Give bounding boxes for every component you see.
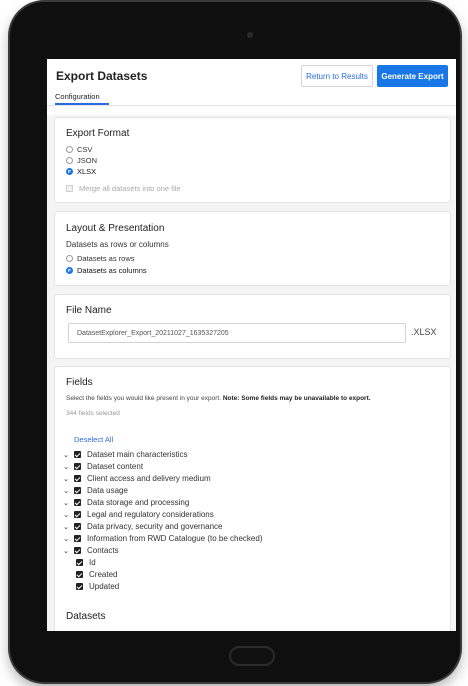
tree-item-label: Dataset main characteristics	[87, 450, 188, 459]
checkbox-checked[interactable]	[74, 451, 81, 458]
checkbox-checked[interactable]	[74, 499, 81, 506]
radio-row-json[interactable]: JSON	[66, 156, 97, 165]
radio-label-csv: CSV	[77, 145, 93, 154]
page-title: Export Datasets	[56, 69, 148, 83]
tree-item[interactable]: ⌄ Legal and regulatory considerations	[62, 509, 214, 520]
radio-row-columns[interactable]: Datasets as columns	[66, 266, 147, 275]
tree-item-contacts[interactable]: ⌄ Contacts	[62, 545, 119, 556]
radio-label-json: JSON	[77, 156, 98, 165]
checkbox-checked[interactable]	[74, 547, 81, 554]
chevron-down-icon[interactable]: ⌄	[62, 463, 70, 471]
file-extension: .XLSX	[411, 327, 437, 337]
tree-item-label: Information from RWD Catalogue (to be ch…	[87, 534, 263, 543]
return-to-results-button[interactable]: Return to Results	[301, 65, 373, 87]
tree-child-label: Id	[89, 558, 96, 567]
tree-child-item[interactable]: Id	[76, 557, 96, 568]
checkbox-checked[interactable]	[76, 559, 83, 566]
checkbox-checked[interactable]	[74, 511, 81, 518]
merge-label: Merge all datasets into one file	[79, 184, 181, 193]
camera-dot	[247, 32, 253, 38]
checkbox-checked[interactable]	[76, 583, 83, 590]
tablet-frame: Export Datasets Return to Results Genera…	[10, 2, 460, 682]
tree-item[interactable]: ⌄ Data usage	[62, 485, 128, 496]
radio-row-csv[interactable]: CSV	[66, 145, 92, 154]
radio-rows[interactable]	[66, 255, 73, 262]
tree-item[interactable]: ⌄ Information from RWD Catalogue (to be c…	[62, 533, 262, 544]
radio-xlsx[interactable]	[66, 168, 73, 175]
tree-child-item[interactable]: Updated	[76, 581, 119, 592]
tree-item[interactable]: ⌄ Data privacy, security and governance	[62, 521, 222, 532]
screen: Export Datasets Return to Results Genera…	[47, 59, 456, 631]
layout-subtitle: Datasets as rows or columns	[66, 240, 169, 249]
tree-child-item[interactable]: Created	[76, 569, 117, 580]
checkbox-checked[interactable]	[74, 487, 81, 494]
chevron-down-icon[interactable]: ⌄	[62, 547, 70, 555]
fields-description-text: Select the fields you would like present…	[66, 395, 222, 402]
fields-description: Select the fields you would like present…	[66, 395, 451, 402]
tree-item[interactable]: ⌄ Dataset main characteristics	[62, 449, 187, 460]
tree-item-label: Contacts	[87, 546, 119, 555]
layout-card: Layout & Presentation Datasets as rows o…	[54, 211, 451, 286]
radio-row-rows[interactable]: Datasets as rows	[66, 254, 135, 263]
tab-configuration[interactable]: Configuration	[55, 92, 100, 101]
radio-csv[interactable]	[66, 146, 73, 153]
radio-columns[interactable]	[66, 267, 73, 274]
tab-active-indicator	[55, 103, 109, 105]
radio-label-rows: Datasets as rows	[77, 254, 135, 263]
merge-checkbox-row: Merge all datasets into one file	[66, 184, 181, 193]
export-format-title: Export Format	[66, 128, 130, 139]
fields-count: 344 fields selected	[66, 410, 120, 417]
merge-checkbox	[66, 185, 73, 192]
chevron-down-icon[interactable]: ⌄	[62, 499, 70, 507]
fields-note: Note: Some fields may be unavailable to …	[222, 395, 371, 402]
checkbox-checked[interactable]	[74, 523, 81, 530]
chevron-down-icon[interactable]: ⌄	[62, 475, 70, 483]
tree-item-label: Data privacy, security and governance	[87, 522, 223, 531]
radio-json[interactable]	[66, 157, 73, 164]
chevron-down-icon[interactable]: ⌄	[62, 487, 70, 495]
checkbox-checked[interactable]	[74, 535, 81, 542]
datasets-title: Datasets	[66, 611, 106, 622]
file-name-input[interactable]: DatasetExplorer_Export_20211027_16353272…	[68, 323, 406, 343]
radio-label-columns: Datasets as columns	[77, 266, 147, 275]
tree-child-label: Created	[89, 570, 118, 579]
chevron-down-icon[interactable]: ⌄	[62, 535, 70, 543]
tree-item[interactable]: ⌄ Data storage and processing	[62, 497, 189, 508]
fields-title: Fields	[66, 377, 93, 388]
chevron-down-icon[interactable]: ⌄	[62, 511, 70, 519]
checkbox-checked[interactable]	[74, 475, 81, 482]
layout-title: Layout & Presentation	[66, 223, 165, 234]
checkbox-checked[interactable]	[74, 463, 81, 470]
tree-item-label: Legal and regulatory considerations	[87, 510, 214, 519]
checkbox-checked[interactable]	[76, 571, 83, 578]
chevron-down-icon[interactable]: ⌄	[62, 451, 70, 459]
tree-item-label: Dataset content	[87, 462, 144, 471]
tree-item[interactable]: ⌄ Client access and delivery medium	[62, 473, 211, 484]
fields-card: Fields Select the fields you would like …	[54, 366, 451, 631]
export-format-card: Export Format CSV JSON XLSX Merge all da…	[54, 117, 451, 203]
radio-row-xlsx[interactable]: XLSX	[66, 167, 96, 176]
header-divider	[47, 105, 456, 106]
chevron-down-icon[interactable]: ⌄	[62, 523, 70, 531]
tree-item-label: Data storage and processing	[87, 498, 190, 507]
tree-item[interactable]: ⌄ Dataset content	[62, 461, 143, 472]
file-name-title: File Name	[66, 305, 112, 316]
generate-export-button[interactable]: Generate Export	[377, 65, 448, 87]
tree-item-label: Data usage	[87, 486, 128, 495]
file-name-card: File Name DatasetExplorer_Export_2021102…	[54, 294, 451, 359]
tree-child-label: Updated	[89, 582, 120, 591]
radio-label-xlsx: XLSX	[77, 167, 97, 176]
tree-item-label: Client access and delivery medium	[87, 474, 211, 483]
deselect-all-link[interactable]: Deselect All	[74, 435, 113, 444]
home-button[interactable]	[229, 646, 275, 666]
page-header: Export Datasets Return to Results Genera…	[47, 59, 456, 115]
